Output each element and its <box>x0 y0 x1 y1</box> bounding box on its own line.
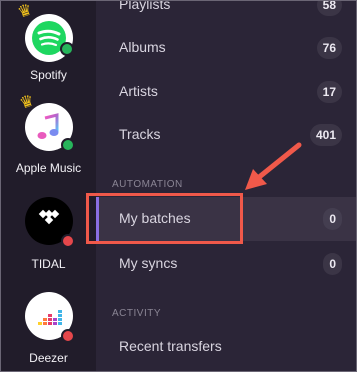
app-window: ♛ Spotify ♛ Apple Music TIDAL Deezer Pla… <box>0 0 357 372</box>
annotation-arrow-icon <box>245 142 302 190</box>
